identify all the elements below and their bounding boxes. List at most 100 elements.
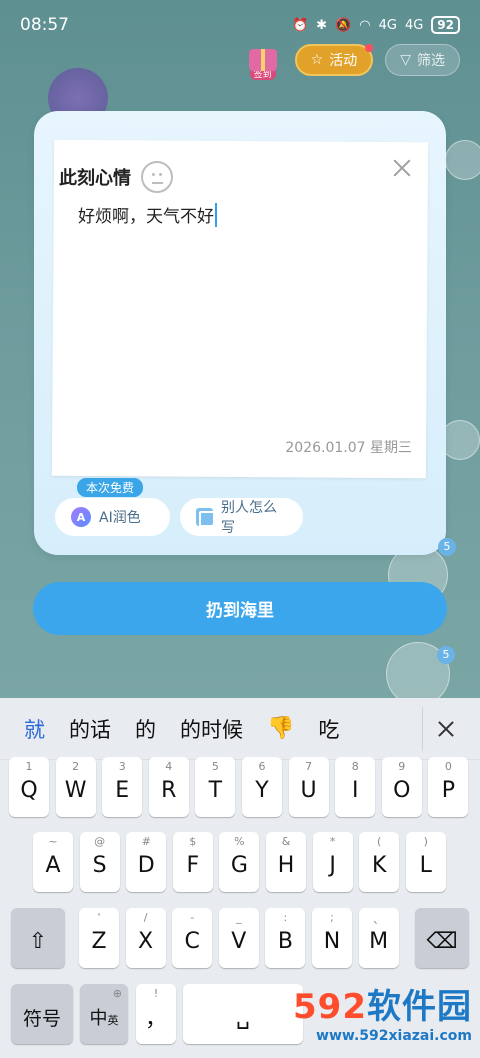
checkin-gift-button[interactable]: 签到	[243, 40, 283, 80]
key-c[interactable]: -C	[172, 908, 213, 968]
shift-key[interactable]: ⇧	[11, 908, 65, 968]
key-main-label: I	[351, 777, 359, 803]
key-main-label: Y	[255, 777, 269, 803]
key-i[interactable]: 8I	[335, 757, 376, 817]
key-q[interactable]: 1Q	[9, 757, 49, 817]
key-g[interactable]: % G	[219, 832, 260, 892]
key-l[interactable]: ) L	[405, 832, 446, 892]
others-write-label: 别人怎么写	[220, 500, 277, 536]
key-sup-label: $	[189, 835, 197, 848]
key-sup-label: 、	[373, 913, 385, 926]
key-main-label: M	[369, 928, 389, 954]
text-caret	[215, 202, 217, 227]
key-sup-label: %	[234, 835, 245, 848]
space-key[interactable]: ␣	[183, 984, 303, 1044]
key-f[interactable]: $ F	[172, 832, 213, 892]
backspace-key[interactable]: ⌫	[415, 908, 469, 968]
note-text-input[interactable]: 好烦啊，天气不好	[78, 202, 217, 227]
key-main-label: V	[231, 928, 247, 954]
key-e[interactable]: 3E	[102, 757, 143, 817]
key-main-label: U	[300, 777, 317, 803]
key-sup-label: /	[143, 911, 148, 924]
dice-icon	[196, 508, 215, 527]
ai-polish-button[interactable]: A AI润色	[55, 498, 170, 536]
symbol-key[interactable]: 符号	[11, 984, 73, 1044]
key-s[interactable]: @ S	[79, 832, 120, 892]
key-sup-label: 8	[351, 760, 359, 773]
ai-polish-label: AI润色	[99, 510, 141, 526]
signal-4g-icon: 4G	[378, 17, 397, 33]
key-sup-label: :	[283, 911, 288, 924]
key-n[interactable]: ; N	[312, 908, 352, 968]
gift-icon	[248, 49, 277, 71]
key-main-label: W	[64, 777, 87, 803]
key-o[interactable]: 9O	[381, 757, 422, 817]
key-j[interactable]: * J	[312, 832, 353, 892]
close-candidates-icon[interactable]	[422, 706, 466, 751]
key-z[interactable]: ' Z	[79, 908, 119, 968]
key-main-label: E	[115, 777, 130, 803]
side-bubble[interactable]	[445, 140, 480, 180]
key-m[interactable]: 、 M	[358, 908, 399, 968]
key-b[interactable]: :B	[265, 908, 306, 968]
key-main-label: B	[277, 928, 293, 954]
key-v[interactable]: _ V	[218, 908, 259, 968]
side-count-badge: 5	[437, 646, 455, 664]
key-x[interactable]: / X	[125, 908, 166, 968]
close-icon[interactable]	[393, 159, 411, 177]
activity-button[interactable]: ☆ 活动	[294, 44, 374, 76]
key-sup-label: _	[236, 911, 242, 924]
key-k[interactable]: (K	[359, 832, 400, 892]
mood-face-icon[interactable]	[141, 161, 173, 193]
status-icons: ⏰ ✱ 🔕 ◠ 4G 4G 92	[292, 16, 460, 34]
alarm-icon: ⏰	[291, 17, 309, 33]
side-count-badge: 5	[438, 538, 456, 556]
candidate-bar: 就 的话 的 的时候 👎 吃	[0, 698, 480, 760]
key-main-label: R	[161, 777, 177, 803]
others-write-button[interactable]: 别人怎么写	[180, 498, 303, 536]
key-u[interactable]: 7U	[288, 757, 329, 817]
candidate-item[interactable]: 的话	[57, 714, 123, 744]
key-sup-label: )	[423, 835, 428, 848]
candidate-item[interactable]: 的	[123, 714, 168, 744]
key-r[interactable]: 4R	[148, 757, 189, 817]
key-sup-label: *	[329, 835, 336, 848]
filter-button[interactable]: ▽ 筛选	[385, 44, 460, 76]
side-bubble[interactable]	[440, 420, 480, 460]
filter-label: 筛选	[417, 53, 445, 69]
candidate-item[interactable]: 吃	[306, 714, 351, 744]
key-h[interactable]: & H	[266, 832, 306, 892]
comma-key-sup: !	[153, 987, 159, 1000]
key-main-label: S	[92, 852, 107, 878]
key-w[interactable]: 2W	[55, 757, 96, 817]
throw-to-sea-button[interactable]: 扔到海里	[33, 582, 447, 635]
candidate-item[interactable]: 就	[14, 714, 57, 744]
mute-icon: 🔕	[335, 17, 352, 33]
candidate-item[interactable]: 的时候	[168, 714, 255, 744]
key-main-label: C	[184, 928, 200, 954]
key-y[interactable]: 6Y	[242, 757, 282, 817]
thumbs-down-emoji-candidate[interactable]: 👎	[255, 716, 306, 741]
watermark-url: www.592xiazai.com	[316, 1028, 472, 1044]
key-t[interactable]: 5T	[195, 757, 236, 817]
note-date: 2026.01.07 星期三	[285, 440, 412, 456]
language-switch-key[interactable]: ⊕ 中英	[80, 984, 128, 1044]
key-main-label: Z	[91, 928, 107, 954]
bluetooth-icon: ✱	[316, 17, 328, 33]
shift-icon: ⇧	[28, 928, 48, 954]
key-main-label: Q	[20, 777, 38, 803]
key-d[interactable]: # D	[126, 832, 167, 892]
key-a[interactable]: ~ A	[33, 832, 73, 892]
comma-key-label: ，	[144, 1007, 167, 1032]
key-sup-label: ;	[330, 911, 334, 924]
key-main-label: N	[323, 928, 341, 954]
key-sup-label: 1	[25, 760, 33, 773]
key-main-label: A	[45, 852, 61, 878]
comma-key[interactable]: ! ，	[136, 984, 176, 1044]
key-main-label: O	[393, 777, 411, 803]
key-sup-label: 7	[305, 760, 313, 773]
key-p[interactable]: 0P	[428, 757, 469, 817]
key-sup-label: -	[190, 911, 195, 924]
key-main-label: K	[371, 852, 387, 878]
dialog-title: 此刻心情	[59, 161, 173, 193]
